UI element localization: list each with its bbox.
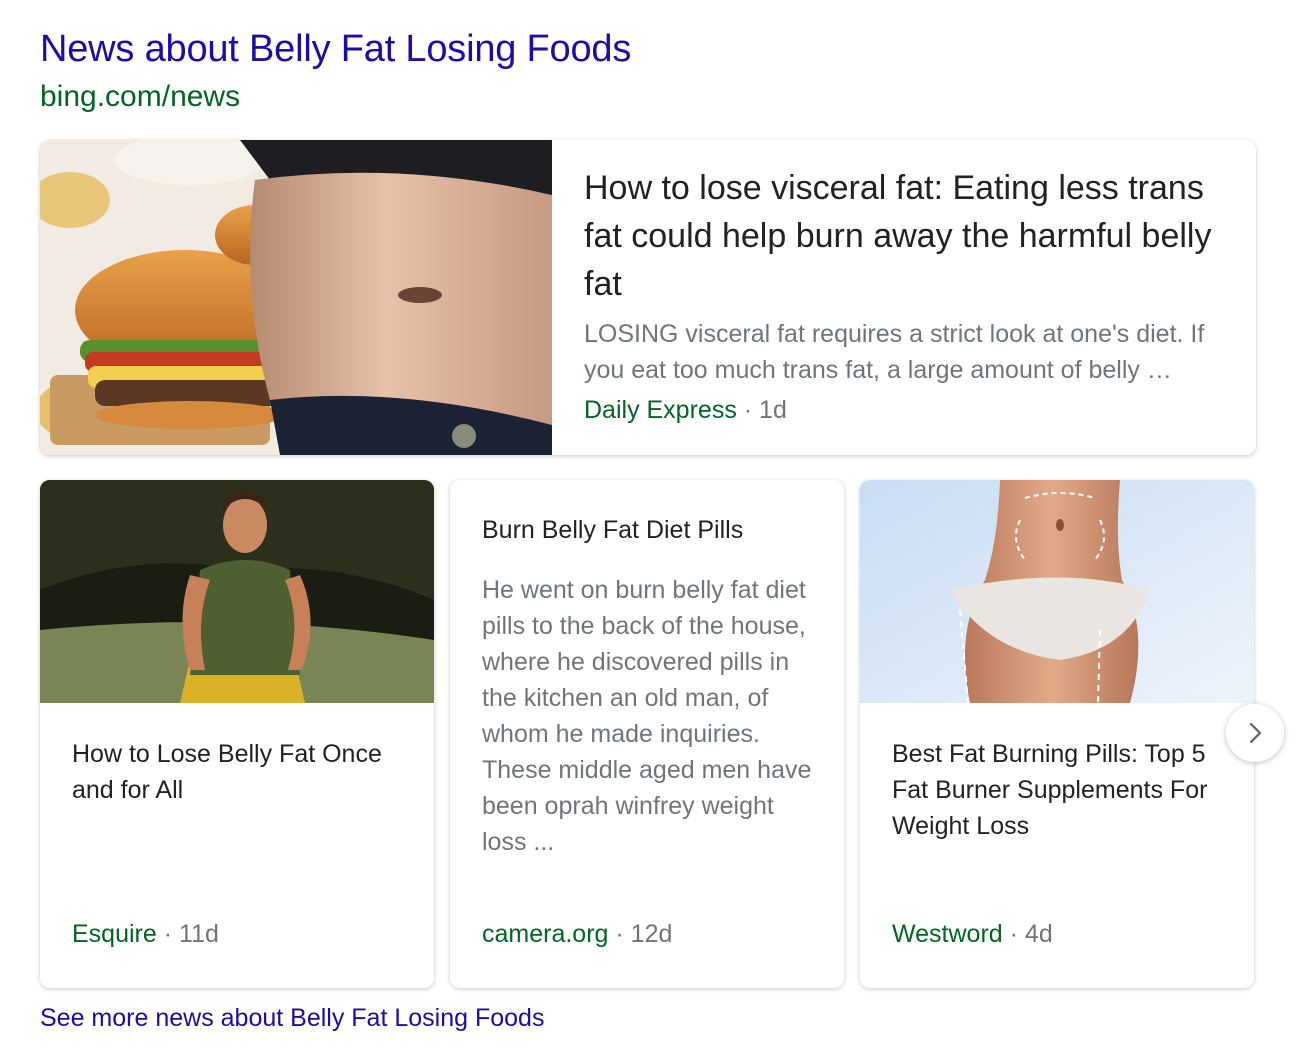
card-age: · 11d xyxy=(163,920,219,948)
featured-headline[interactable]: How to lose visceral fat: Eating less tr… xyxy=(584,164,1224,308)
chevron-right-icon xyxy=(1249,722,1262,744)
card-thumbnail xyxy=(860,480,1254,703)
carousel-next-button[interactable] xyxy=(1226,704,1284,762)
news-card-westword[interactable]: Best Fat Burning Pills: Top 5 Fat Burner… xyxy=(860,480,1254,988)
featured-source: Daily Express xyxy=(584,396,737,424)
featured-news-card[interactable]: How to lose visceral fat: Eating less tr… xyxy=(40,140,1256,455)
featured-snippet: LOSING visceral fat requires a strict lo… xyxy=(584,320,1205,384)
card-meta: Westword · 4d xyxy=(892,920,1053,949)
card-title[interactable]: How to Lose Belly Fat Once and for All xyxy=(72,736,412,808)
featured-thumbnail xyxy=(40,140,552,455)
card-age: · 12d xyxy=(615,920,673,948)
featured-meta: Daily Express · 1d xyxy=(584,396,787,425)
see-more-news-link[interactable]: See more news about Belly Fat Losing Foo… xyxy=(40,1004,544,1033)
card-source: Esquire xyxy=(72,920,157,948)
news-card-esquire[interactable]: How to Lose Belly Fat Once and for All E… xyxy=(40,480,434,988)
card-title[interactable]: Best Fat Burning Pills: Top 5 Fat Burner… xyxy=(892,736,1232,844)
section-source: bing.com/news xyxy=(40,80,241,113)
card-meta: Esquire · 11d xyxy=(72,920,219,949)
card-snippet: He went on burn belly fat diet pills to … xyxy=(482,576,812,856)
card-thumbnail xyxy=(40,480,434,703)
section-title[interactable]: News about Belly Fat Losing Foods xyxy=(40,28,631,71)
card-source: Westword xyxy=(892,920,1003,948)
news-card-camera-org[interactable]: Burn Belly Fat Diet Pills He went on bur… xyxy=(450,480,844,988)
card-meta: camera.org · 12d xyxy=(482,920,672,949)
featured-age: · 1d xyxy=(743,396,787,424)
card-title[interactable]: Burn Belly Fat Diet Pills xyxy=(482,512,822,548)
card-source: camera.org xyxy=(482,920,609,948)
card-age: · 4d xyxy=(1009,920,1053,948)
